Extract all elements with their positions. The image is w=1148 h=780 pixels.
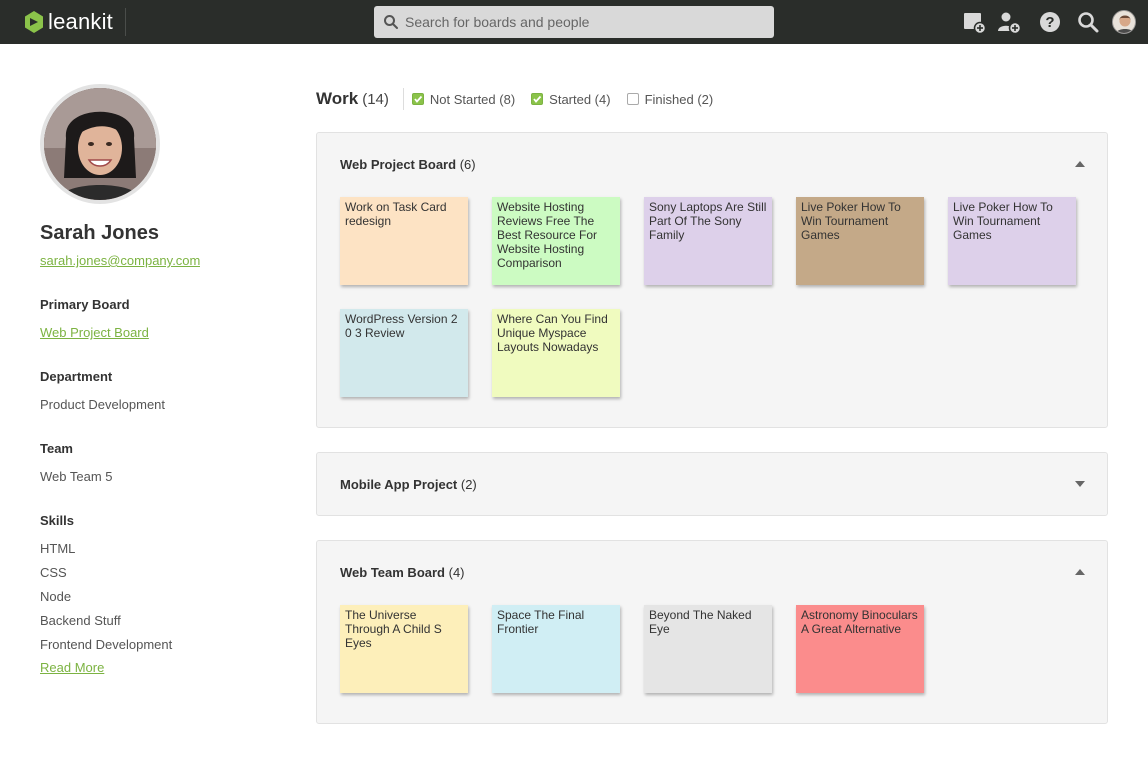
board-name: Web Project Board [340,157,457,172]
add-user-icon[interactable] [997,10,1021,34]
profile-photo [40,84,160,204]
user-avatar[interactable] [1112,10,1136,34]
task-card[interactable]: WordPress Version 2 0 3 Review [340,309,468,397]
read-more-link[interactable]: Read More [40,660,104,675]
collapse-arrow-icon[interactable] [1075,161,1085,167]
skill-item: Backend Stuff [40,613,121,628]
board-panel-web-team: Web Team Board (4) The Universe Through … [316,540,1108,724]
checkbox-checked-icon[interactable] [411,93,424,105]
profile-name: Sarah Jones [40,222,159,244]
board-name: Web Team Board [340,565,445,580]
help-icon[interactable]: ? [1038,10,1062,34]
primary-board-label: Primary Board [40,297,130,312]
board-name: Mobile App Project [340,477,458,492]
task-card[interactable]: Sony Laptops Are Still Part Of The Sony … [644,197,772,285]
collapse-arrow-icon[interactable] [1075,569,1085,575]
expand-arrow-icon[interactable] [1075,481,1085,487]
filter-started[interactable]: Started (4) [531,91,611,107]
board-title[interactable]: Mobile App Project (2) [340,477,477,492]
team-value: Web Team 5 [40,469,113,484]
primary-board-link[interactable]: Web Project Board [40,325,149,340]
leankit-logo[interactable]: leankit [24,9,113,34]
work-title: Work [316,89,359,108]
svg-text:?: ? [1045,14,1054,31]
filter-label: Finished (2) [644,91,714,107]
skill-item: CSS [40,565,67,580]
work-header: Work (14) Not Started (8) Started (4) Fi… [316,88,729,110]
department-value: Product Development [40,397,166,412]
filter-label: Not Started (8) [429,91,516,107]
search-input[interactable] [405,14,765,30]
checkbox-unchecked-icon[interactable] [626,93,639,105]
filter-not-started[interactable]: Not Started (8) [411,91,516,107]
work-header-divider [402,88,404,110]
task-card[interactable]: Where Can You Find Unique Myspace Layout… [492,309,620,397]
board-panel-mobile-app: Mobile App Project (2) [316,452,1108,516]
checkbox-checked-icon[interactable] [531,93,544,105]
task-card[interactable]: Space The Final Frontier [492,605,620,693]
task-card[interactable]: The Universe Through A Child S Eyes [340,605,468,693]
work-count: (14) [362,90,389,108]
board-count: (6) [459,157,476,172]
skill-item: Frontend Development [40,637,173,652]
leankit-logo-icon [25,11,43,33]
skill-item: Node [40,589,72,604]
skill-item: HTML [40,541,76,556]
search-bar[interactable] [374,6,774,38]
board-count: (4) [448,565,465,580]
topbar-divider [125,8,126,36]
filter-label: Started (4) [549,91,611,107]
logo-text: leankit [48,9,113,34]
task-card[interactable]: Website Hosting Reviews Free The Best Re… [492,197,620,285]
task-card[interactable]: Live Poker How To Win Tournament Games [948,197,1076,285]
task-card[interactable]: Work on Task Card redesign [340,197,468,285]
board-panel-web-project: Web Project Board (6) Work on Task Card … [316,132,1108,428]
top-bar: leankit ? [0,0,1148,44]
department-label: Department [40,369,113,384]
filter-finished[interactable]: Finished (2) [626,91,714,107]
board-count: (2) [460,477,477,492]
add-board-icon[interactable] [962,10,986,34]
search-icon [384,15,398,29]
team-label: Team [40,441,73,456]
task-card[interactable]: Live Poker How To Win Tournament Games [796,197,924,285]
search-icon[interactable] [1076,10,1100,34]
skills-label: Skills [40,513,74,528]
task-card[interactable]: Astronomy Binoculars A Great Alternative [796,605,924,693]
profile-email-link[interactable]: sarah.jones@company.com [40,253,200,268]
task-card[interactable]: Beyond The Naked Eye [644,605,772,693]
board-title[interactable]: Web Team Board (4) [340,565,465,580]
board-title[interactable]: Web Project Board (6) [340,157,476,172]
